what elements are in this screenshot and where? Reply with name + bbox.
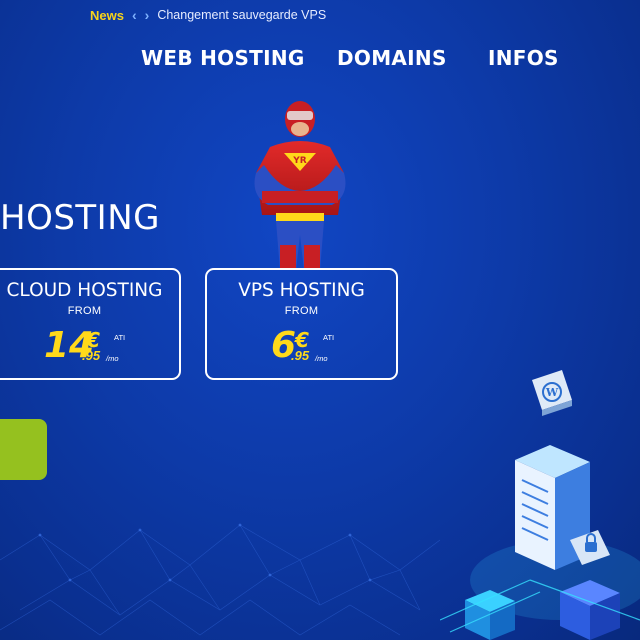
main-nav: WEB HOSTING DOMAINS INFOS xyxy=(141,46,640,76)
hero-title: HOSTING xyxy=(0,198,160,238)
price-period: /mo xyxy=(315,354,328,363)
chevron-left-icon[interactable]: ‹ xyxy=(132,7,137,23)
news-label: News xyxy=(90,7,124,23)
news-headline-link[interactable]: Changement sauvegarde VPS xyxy=(157,8,326,22)
svg-text:W: W xyxy=(545,386,559,399)
superhero-mascot-icon: YR xyxy=(254,101,346,270)
news-ticker: News ‹ › Changement sauvegarde VPS xyxy=(90,6,326,24)
nav-domains[interactable]: DOMAINS xyxy=(337,46,447,70)
wordpress-icon: W xyxy=(532,370,572,416)
price-tax-label: ATI xyxy=(114,333,126,342)
cta-button[interactable] xyxy=(0,419,47,480)
price: 6 € .95 ATI /mo xyxy=(271,328,351,364)
price: 14 € .95 ATI /mo xyxy=(44,328,134,364)
nav-web-hosting[interactable]: WEB HOSTING xyxy=(141,46,305,70)
card-title: VPS HOSTING xyxy=(238,280,365,301)
chevron-right-icon[interactable]: › xyxy=(145,7,150,23)
card-from-label: FROM xyxy=(67,305,102,317)
price-cents: .95 xyxy=(291,348,310,363)
price-currency: € xyxy=(295,328,309,352)
svg-text:YR: YR xyxy=(292,156,307,166)
cloud-hosting-card[interactable]: CLOUD HOSTING FROM 14 € .95 ATI /mo xyxy=(0,268,181,380)
price-currency: € xyxy=(86,328,100,352)
nav-infos[interactable]: INFOS xyxy=(488,46,559,70)
server-stack-icon: W xyxy=(440,370,640,640)
price-period: /mo xyxy=(106,354,119,363)
card-title: CLOUD HOSTING xyxy=(6,280,163,301)
card-from-label: FROM xyxy=(284,305,319,317)
price-tax-label: ATI xyxy=(323,333,335,342)
vps-hosting-card[interactable]: VPS HOSTING FROM 6 € .95 ATI /mo xyxy=(205,268,398,380)
price-cents: .95 xyxy=(82,348,101,363)
